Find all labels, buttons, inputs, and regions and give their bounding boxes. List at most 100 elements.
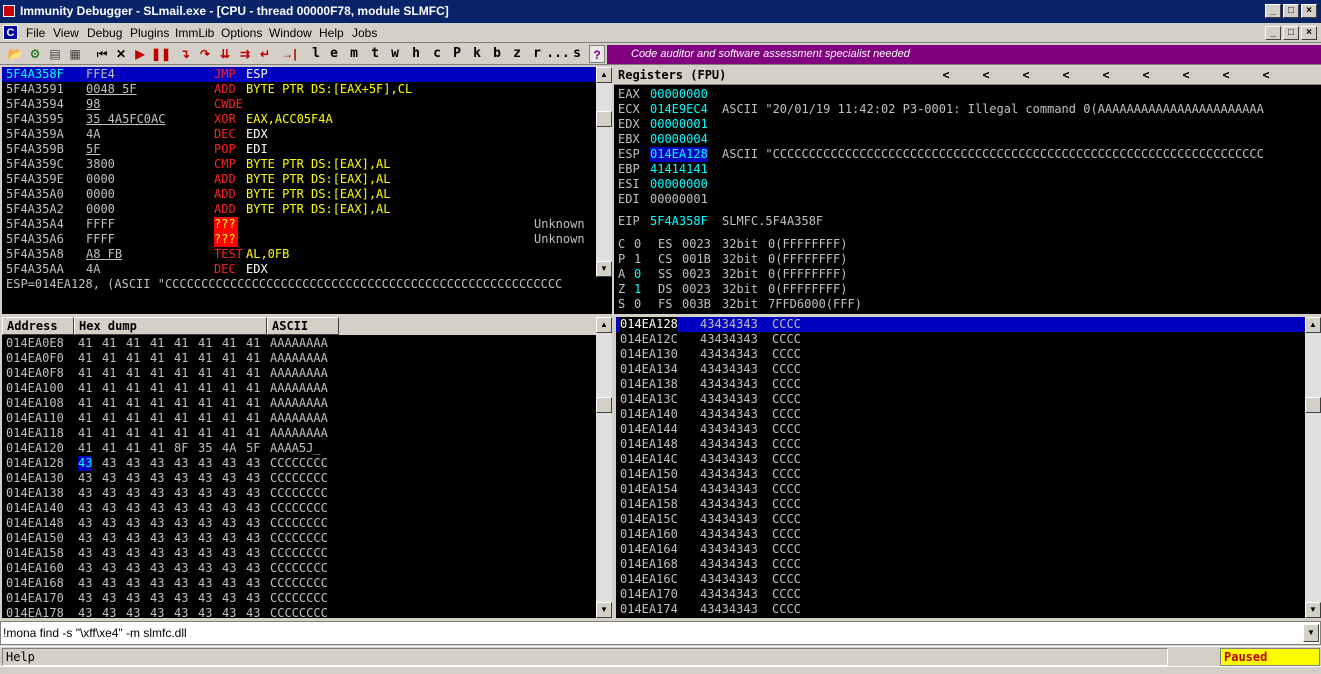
menu-immlib[interactable]: ImmLib — [175, 26, 214, 40]
scroll-up-icon[interactable]: ▲ — [596, 317, 612, 333]
dump-row[interactable]: 014EA118 41 41 41 41 41 41 41 41 AAAAAAAA — [2, 426, 596, 441]
child-maximize-button[interactable]: □ — [1283, 26, 1299, 40]
patches-button[interactable]: P — [450, 45, 464, 63]
dump-row[interactable]: 014EA108 41 41 41 41 41 41 41 41 AAAAAAAA — [2, 396, 596, 411]
close-program-icon[interactable]: ✕ — [113, 45, 129, 63]
flag-row[interactable]: Z 1 DS 0023 32bit 0(FFFFFFFF) — [614, 282, 1321, 297]
scroll-up-icon[interactable]: ▲ — [1305, 317, 1321, 333]
close-button[interactable]: × — [1301, 4, 1317, 18]
register-view-arrow-icon[interactable]: < — [1259, 68, 1273, 82]
stack-row[interactable]: 014EA138 43434343 CCCC — [616, 377, 1305, 392]
menu-debug[interactable]: Debug — [87, 26, 122, 40]
menu-view[interactable]: View — [53, 26, 79, 40]
menu-plugins[interactable]: Plugins — [130, 26, 169, 40]
stack-row[interactable]: 014EA160 43434343 CCCC — [616, 527, 1305, 542]
stack-row[interactable]: 014EA14C 43434343 CCCC — [616, 452, 1305, 467]
dump-row[interactable]: 014EA148 43 43 43 43 43 43 43 43 CCCCCCCC — [2, 516, 596, 531]
register-row-esi[interactable]: ESI 00000000 — [614, 177, 1321, 192]
disasm-row[interactable]: 5F4A359B 5F POP EDI — [2, 142, 596, 157]
menu-file[interactable]: File — [26, 26, 45, 40]
cpu-button[interactable]: c — [430, 45, 444, 63]
stack-row[interactable]: 014EA154 43434343 CCCC — [616, 482, 1305, 497]
run-trace-button[interactable]: ... — [546, 45, 570, 63]
command-dropdown-icon[interactable]: ▼ — [1303, 624, 1319, 642]
banner-ad[interactable]: Code auditor and software assessment spe… — [607, 45, 1321, 64]
menu-options[interactable]: Options — [221, 26, 262, 40]
dump-row[interactable]: 014EA110 41 41 41 41 41 41 41 41 AAAAAAAA — [2, 411, 596, 426]
cpu-window-icon[interactable]: C — [3, 25, 18, 40]
breakpoints-button[interactable]: b — [490, 45, 504, 63]
stack-row[interactable]: 014EA168 43434343 CCCC — [616, 557, 1305, 572]
flag-row[interactable]: A 0 SS 0023 32bit 0(FFFFFFFF) — [614, 267, 1321, 282]
register-row-edi[interactable]: EDI 00000001 — [614, 192, 1321, 207]
register-row-ebp[interactable]: EBP 41414141 — [614, 162, 1321, 177]
dump-row[interactable]: 014EA150 43 43 43 43 43 43 43 43 CCCCCCCC — [2, 531, 596, 546]
disasm-row[interactable]: 5F4A35A0 0000 ADD BYTE PTR DS:[EAX],AL — [2, 187, 596, 202]
register-row-edx[interactable]: EDX 00000001 — [614, 117, 1321, 132]
menu-window[interactable]: Window — [269, 26, 312, 40]
stack-row[interactable]: 014EA148 43434343 CCCC — [616, 437, 1305, 452]
run-icon[interactable]: ▶ — [132, 45, 148, 63]
dump-row[interactable]: 014EA158 43 43 43 43 43 43 43 43 CCCCCCCC — [2, 546, 596, 561]
stack-row[interactable]: 014EA174 43434343 CCCC — [616, 602, 1305, 617]
dump-row[interactable]: 014EA128 43 43 43 43 43 43 43 43 CCCCCCCC — [2, 456, 596, 471]
disasm-row[interactable]: 5F4A3595 35 4A5FC0AC XOR EAX,ACC05F4A — [2, 112, 596, 127]
stack-row[interactable]: 014EA15C 43434343 CCCC — [616, 512, 1305, 527]
open-folder-icon[interactable]: 📂 — [6, 45, 24, 63]
dump-row[interactable]: 014EA0E8 41 41 41 41 41 41 41 41 AAAAAAAA — [2, 336, 596, 351]
disasm-row[interactable]: 5F4A35A2 0000 ADD BYTE PTR DS:[EAX],AL — [2, 202, 596, 217]
go-to-address-icon[interactable]: →| — [278, 45, 300, 63]
log-window-button[interactable]: l — [309, 45, 323, 63]
register-row-eip[interactable]: EIP 5F4A358F SLMFC.5F4A358F — [614, 214, 1321, 229]
hex-dump-pane[interactable]: Address Hex dump ASCII 014EA0E8 41 41 41 41 4… — [2, 317, 612, 618]
dump-row[interactable]: 014EA168 43 43 43 43 43 43 43 43 CCCCCCCC — [2, 576, 596, 591]
command-input[interactable] — [3, 624, 1303, 642]
scroll-down-icon[interactable]: ▼ — [596, 261, 612, 277]
stack-row[interactable]: 014EA170 43434343 CCCC — [616, 587, 1305, 602]
disassembly-pane[interactable]: 5F4A358F FFE4 JMP ESP 5F4A3591 0048 5F ADD BYTE… — [2, 67, 612, 277]
disasm-row[interactable]: 5F4A35A6 FFFF??? Unknown — [2, 232, 596, 247]
pause-icon[interactable]: ❚❚ — [151, 45, 171, 63]
disasm-row[interactable]: 5F4A3591 0048 5F ADD BYTE PTR DS:[EAX+5F],C… — [2, 82, 596, 97]
scroll-down-icon[interactable]: ▼ — [596, 602, 612, 618]
register-row-eax[interactable]: EAX 00000000 — [614, 87, 1321, 102]
dump-row[interactable]: 014EA0F0 41 41 41 41 41 41 41 41 AAAAAAAA — [2, 351, 596, 366]
dump-row[interactable]: 014EA160 43 43 43 43 43 43 43 43 CCCCCCCC — [2, 561, 596, 576]
restart-icon[interactable]: ⏮ — [92, 45, 112, 63]
flag-row[interactable]: P 1 CS 001B 32bit 0(FFFFFFFF) — [614, 252, 1321, 267]
registers-title[interactable]: Registers (FPU) — [618, 68, 726, 82]
register-view-arrow-icon[interactable]: < — [1059, 68, 1073, 82]
dump-row[interactable]: 014EA178 43 43 43 43 43 43 43 43 CCCCCCCC — [2, 606, 596, 618]
disasm-row[interactable]: 5F4A359A 4A DEC EDX — [2, 127, 596, 142]
registers-pane[interactable]: Registers (FPU) < < < < < < < < < EAX 00000000 ECX… — [614, 67, 1321, 314]
memory-map-button[interactable]: m — [347, 45, 361, 63]
stack-scrollbar[interactable]: ▲ ▼ — [1305, 317, 1321, 618]
disasm-row[interactable]: 5F4A359C 3800 CMP BYTE PTR DS:[EAX],AL — [2, 157, 596, 172]
stack-row[interactable]: 014EA144 43434343 CCCC — [616, 422, 1305, 437]
stack-row[interactable]: 014EA130 43434343 CCCC — [616, 347, 1305, 362]
child-close-button[interactable]: × — [1301, 26, 1317, 40]
dump-row[interactable]: 014EA138 43 43 43 43 43 43 43 43 CCCCCCCC — [2, 486, 596, 501]
windows-button[interactable]: w — [388, 45, 402, 63]
disasm-row[interactable]: 5F4A35AA 4A DEC EDX — [2, 262, 596, 277]
step-over-icon[interactable]: ↷ — [196, 45, 214, 63]
register-row-ebx[interactable]: EBX 00000004 — [614, 132, 1321, 147]
stack-row[interactable]: 014EA134 43434343 CCCC — [616, 362, 1305, 377]
stack-row[interactable]: 014EA16C 43434343 CCCC — [616, 572, 1305, 587]
disassembly-scrollbar[interactable]: ▲ ▼ — [596, 67, 612, 277]
minimize-button[interactable]: _ — [1265, 4, 1281, 18]
scroll-thumb[interactable] — [596, 397, 612, 413]
stack-row[interactable]: 014EA128 43434343 CCCC — [616, 317, 1305, 332]
dump-row[interactable]: 014EA140 43 43 43 43 43 43 43 43 CCCCCCCC — [2, 501, 596, 516]
trace-over-icon[interactable]: ⇉ — [236, 45, 254, 63]
dump-row[interactable]: 014EA170 43 43 43 43 43 43 43 43 CCCCCCCC — [2, 591, 596, 606]
dump-row[interactable]: 014EA100 41 41 41 41 41 41 41 41 AAAAAAAA — [2, 381, 596, 396]
register-row-esp[interactable]: ESP 014EA128 ASCII "CCCCCCCCCCCCCCCCCCCCCC… — [614, 147, 1321, 162]
register-view-arrow-icon[interactable]: < — [1019, 68, 1033, 82]
scroll-thumb[interactable] — [596, 111, 612, 127]
step-into-icon[interactable]: ↴ — [176, 45, 194, 63]
handles-button[interactable]: h — [409, 45, 423, 63]
register-view-arrow-icon[interactable]: < — [1099, 68, 1113, 82]
executable-modules-button[interactable]: e — [327, 45, 341, 63]
hardware-breakpoints-button[interactable]: z — [510, 45, 524, 63]
